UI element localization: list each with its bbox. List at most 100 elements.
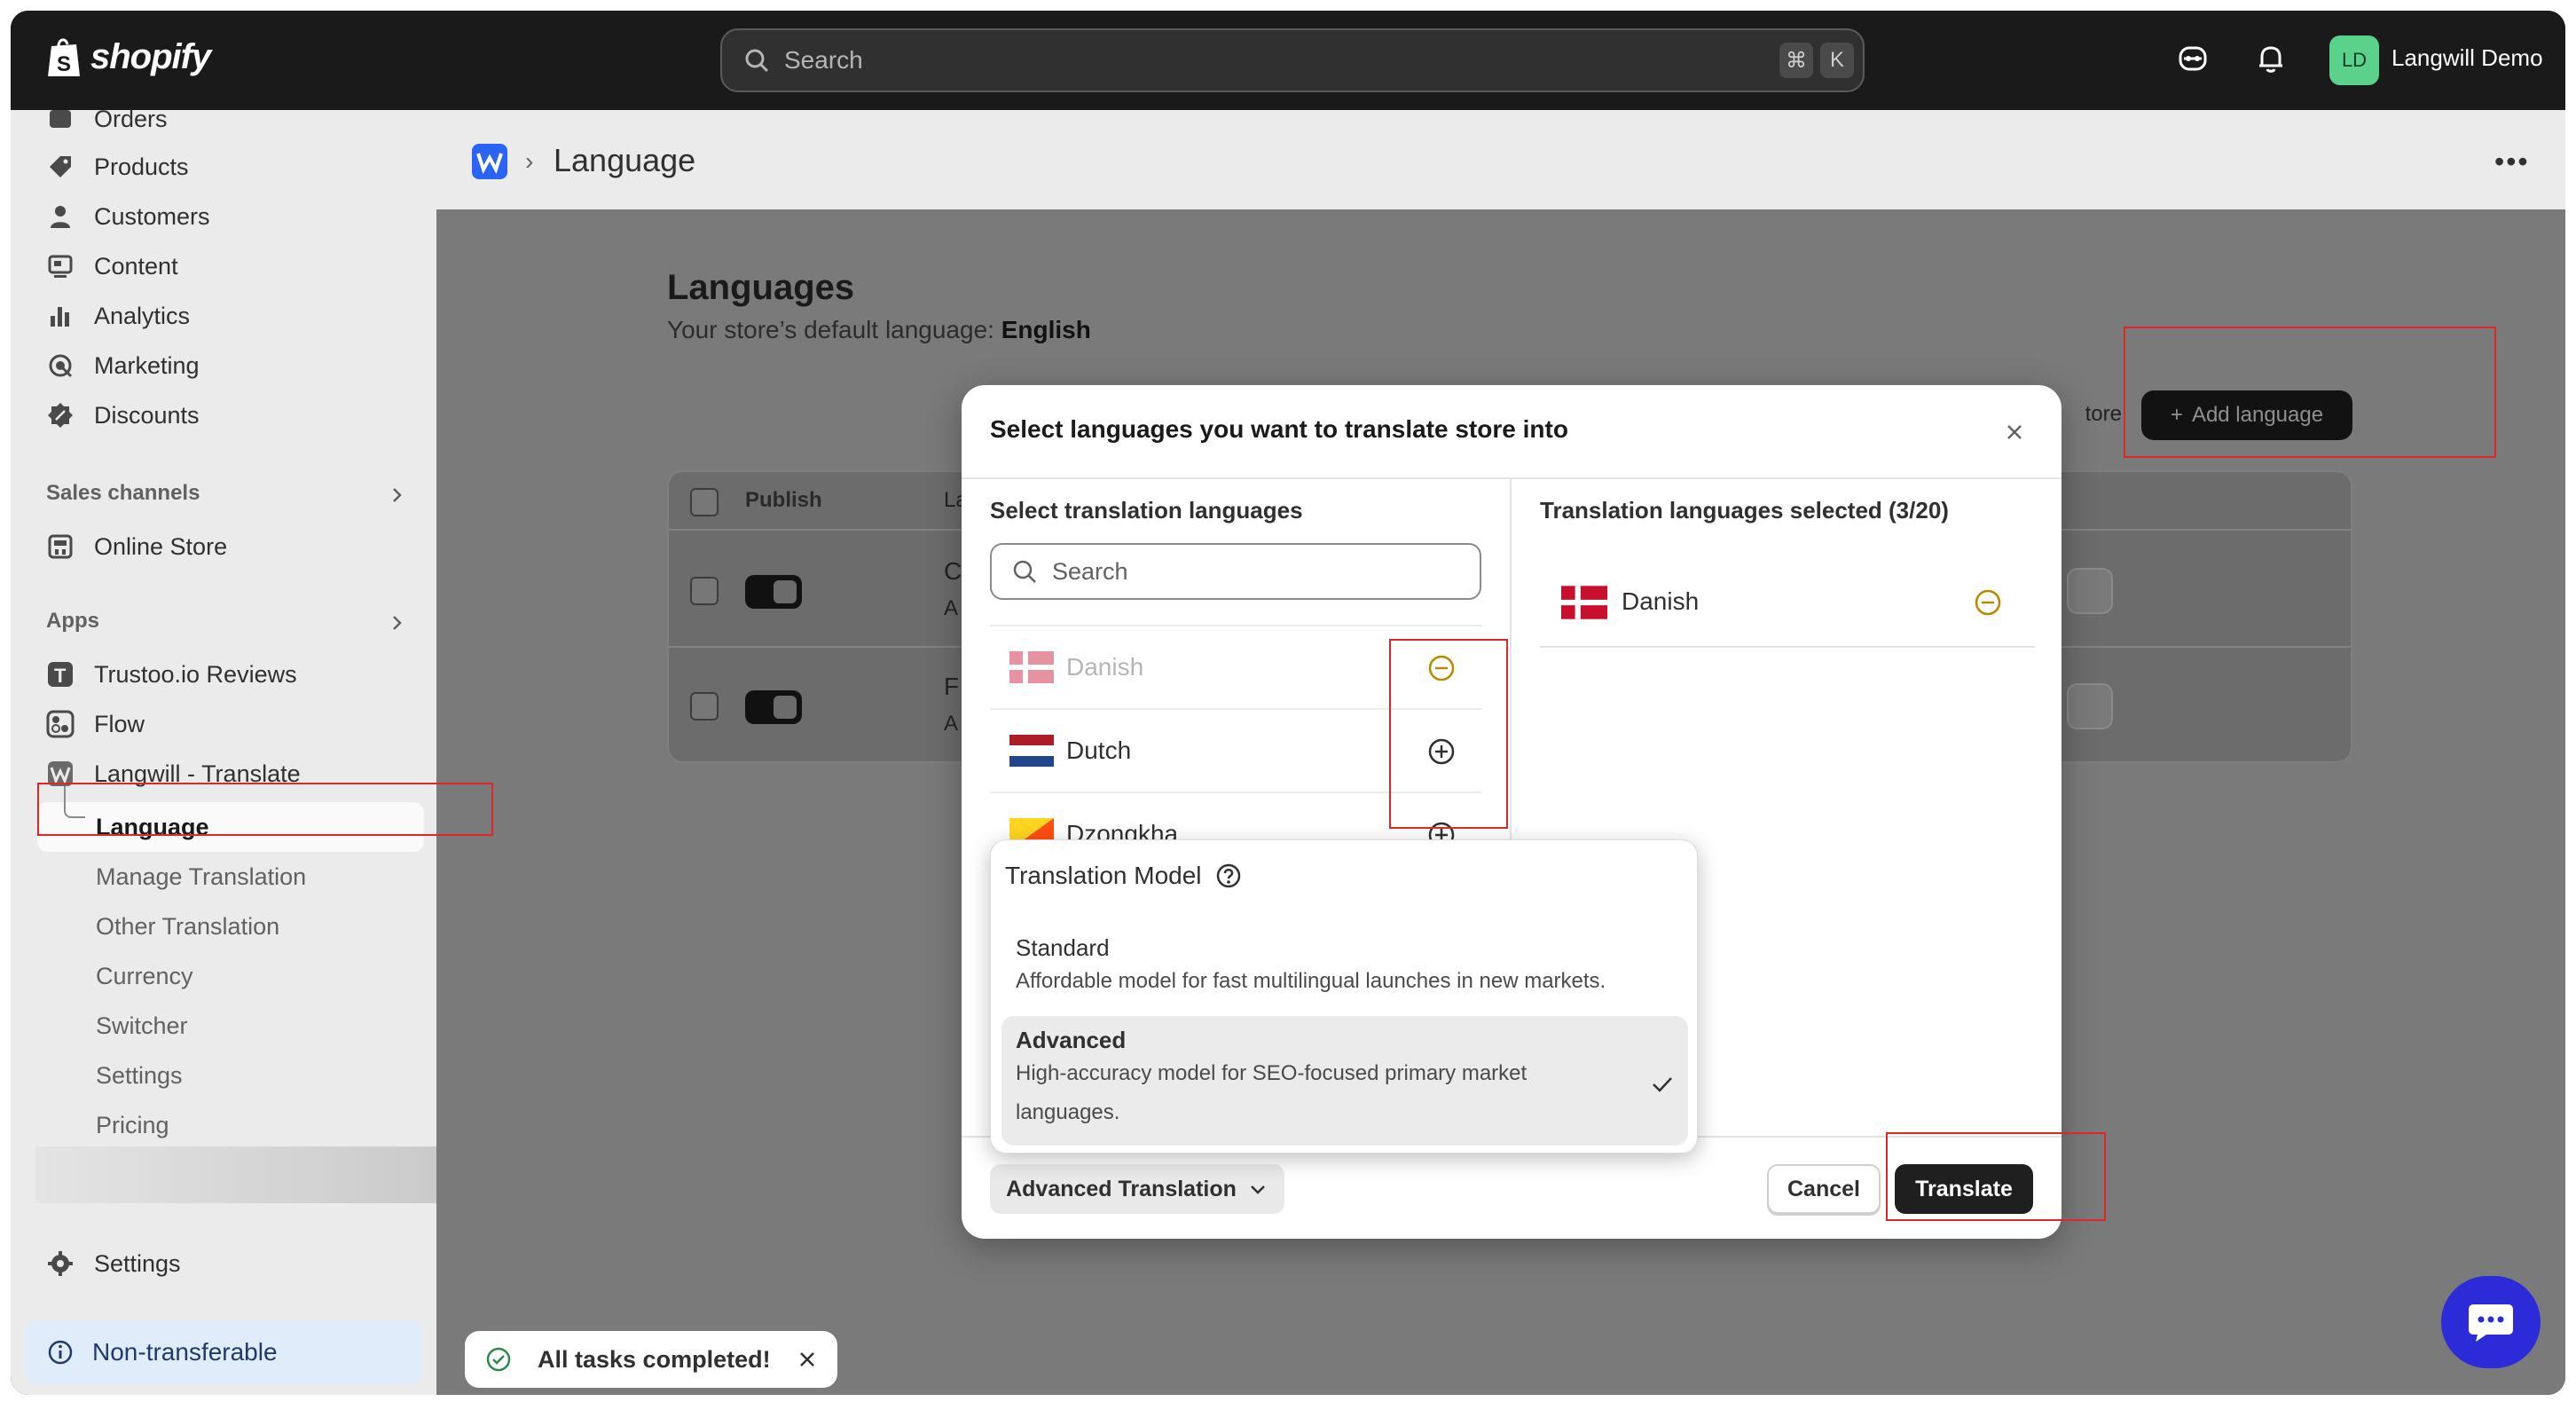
shopify-bag-icon: S	[48, 38, 80, 76]
sidebar-item-discounts[interactable]: Discounts	[46, 392, 200, 438]
non-transferable-label: Non-transferable	[92, 1338, 278, 1366]
sidebar-item-label: Content	[94, 252, 178, 280]
sidekick-icon[interactable]	[2175, 41, 2211, 76]
sidebar-app-flow[interactable]: Flow	[46, 701, 145, 747]
language-name: Danish	[1066, 653, 1144, 681]
selected-languages-title: Translation languages selected (3/20)	[1540, 497, 1949, 524]
flow-app-icon	[46, 710, 75, 738]
danish-flag-icon	[1561, 586, 1607, 619]
row-settings-button[interactable]	[2067, 683, 2113, 729]
chat-bubble-icon	[2469, 1304, 2513, 1342]
sidebar-sub-pricing[interactable]: Pricing	[96, 1102, 169, 1148]
language-search-input[interactable]: Search	[990, 543, 1481, 600]
avatar[interactable]: LD	[2329, 35, 2379, 85]
annotation-box-language-nav	[37, 783, 493, 836]
sidebar-sub-switcher[interactable]: Switcher	[96, 1003, 188, 1049]
langwill-logo-icon[interactable]	[472, 144, 507, 179]
sidebar-item-online-store[interactable]: Online Store	[46, 524, 227, 570]
chevron-right-icon[interactable]	[387, 612, 408, 634]
sidebar-sub-settings[interactable]: Settings	[96, 1052, 183, 1099]
publish-toggle[interactable]	[745, 690, 802, 724]
sidebar-item-label: Marketing	[94, 351, 200, 379]
row-language-sub: A	[944, 712, 959, 736]
global-search-input[interactable]: Search ⌘ K	[720, 28, 1865, 92]
person-icon	[51, 206, 70, 228]
search-placeholder: Search	[784, 46, 863, 74]
annotation-box-translate	[1886, 1132, 2106, 1221]
sidebar-sub-currency[interactable]: Currency	[96, 953, 193, 999]
sidebar-item-orders[interactable]: Orders	[46, 96, 168, 142]
languages-heading: Languages	[667, 268, 855, 307]
modal-header: Select languages you want to translate s…	[962, 385, 2062, 479]
close-icon[interactable]	[1999, 417, 2030, 447]
sidebar-item-settings[interactable]: Settings	[46, 1241, 181, 1287]
view-store-button[interactable]: tore	[2051, 390, 2131, 438]
brand-name: shopify	[90, 36, 211, 76]
sidebar-item-products[interactable]: Products	[46, 144, 189, 190]
sidebar-sub-manage-translation[interactable]: Manage Translation	[96, 854, 306, 900]
close-icon[interactable]	[795, 1347, 820, 1372]
annotation-box-add-remove	[1389, 639, 1508, 829]
info-icon	[48, 1340, 73, 1365]
row-checkbox[interactable]	[690, 577, 719, 605]
chevron-down-icon	[1251, 1185, 1265, 1194]
svg-text:S: S	[57, 52, 71, 76]
language-name: Dutch	[1066, 736, 1132, 764]
chevron-right-icon[interactable]	[387, 484, 408, 506]
apps-label[interactable]: Apps	[46, 609, 99, 634]
sidebar-item-label: Orders	[94, 105, 168, 132]
advanced-translation-label: Advanced Translation	[1006, 1176, 1237, 1201]
select-all-checkbox[interactable]	[690, 488, 719, 516]
row-checkbox[interactable]	[690, 692, 719, 721]
sidebar-item-label: Settings	[94, 1249, 181, 1277]
sidebar-item-content[interactable]: Content	[46, 243, 178, 289]
default-language-value: English	[1001, 316, 1091, 343]
model-option-advanced[interactable]: Advanced High-accuracy model for SEO-foc…	[1001, 1016, 1688, 1146]
gear-icon	[48, 1251, 73, 1276]
sidebar-item-label: Customers	[94, 202, 210, 230]
content-icon	[48, 255, 73, 278]
trustoo-app-icon: T	[48, 662, 73, 687]
page-title: Language	[554, 142, 696, 178]
row-settings-button[interactable]	[2067, 568, 2113, 614]
publish-toggle[interactable]	[745, 575, 802, 609]
translation-model-popover: Translation Model Standard Affordable mo…	[990, 839, 1698, 1154]
store-name[interactable]: Langwill Demo	[2391, 44, 2543, 72]
shopify-logo[interactable]: S shopify	[46, 35, 211, 78]
chat-support-button[interactable]	[2441, 1276, 2541, 1368]
bar-chart-icon	[51, 307, 69, 327]
shortcut-k-key: K	[1820, 43, 1854, 78]
model-option-standard[interactable]: Standard Affordable model for fast multi…	[1001, 924, 1688, 1012]
sidebar-sub-other-translation[interactable]: Other Translation	[96, 903, 279, 949]
tag-icon	[50, 156, 71, 177]
non-transferable-banner[interactable]: Non-transferable	[25, 1320, 422, 1384]
target-icon	[49, 354, 73, 378]
svg-text:T: T	[54, 665, 67, 687]
minus-circle-icon[interactable]	[1973, 587, 2003, 618]
advanced-translation-button[interactable]: Advanced Translation	[990, 1164, 1284, 1214]
blurred-region	[35, 1146, 468, 1203]
sidebar-item-label: Products	[94, 153, 189, 180]
danish-flag-icon	[1009, 651, 1054, 683]
help-circle-icon[interactable]	[1214, 862, 1243, 890]
cancel-button[interactable]: Cancel	[1767, 1164, 1881, 1214]
sidebar-app-trustoo[interactable]: T Trustoo.io Reviews	[46, 651, 297, 697]
sidebar-item-marketing[interactable]: Marketing	[46, 343, 200, 389]
option-description: High-accuracy model for SEO-focused prim…	[1016, 1061, 1528, 1124]
check-circle-icon	[486, 1347, 511, 1372]
sales-channels-label[interactable]: Sales channels	[46, 481, 200, 506]
translation-model-title: Translation Model	[1005, 862, 1243, 890]
row-language-sub: A	[944, 596, 959, 620]
page-header: › Language •••	[436, 110, 2565, 209]
discount-icon	[48, 403, 73, 428]
search-placeholder: Search	[1052, 557, 1128, 585]
sidebar-item-analytics[interactable]: Analytics	[46, 293, 190, 339]
sidebar-item-label: Analytics	[94, 302, 191, 329]
default-language-text: Your store’s default language: English	[667, 316, 1091, 343]
bell-icon[interactable]	[2253, 41, 2289, 76]
store-icon	[48, 534, 73, 559]
sidebar-item-customers[interactable]: Customers	[46, 193, 210, 240]
sidebar-item-label: Trustoo.io Reviews	[94, 660, 297, 688]
more-actions-icon[interactable]: •••	[2494, 146, 2530, 178]
toast-message: All tasks completed!	[538, 1345, 771, 1373]
